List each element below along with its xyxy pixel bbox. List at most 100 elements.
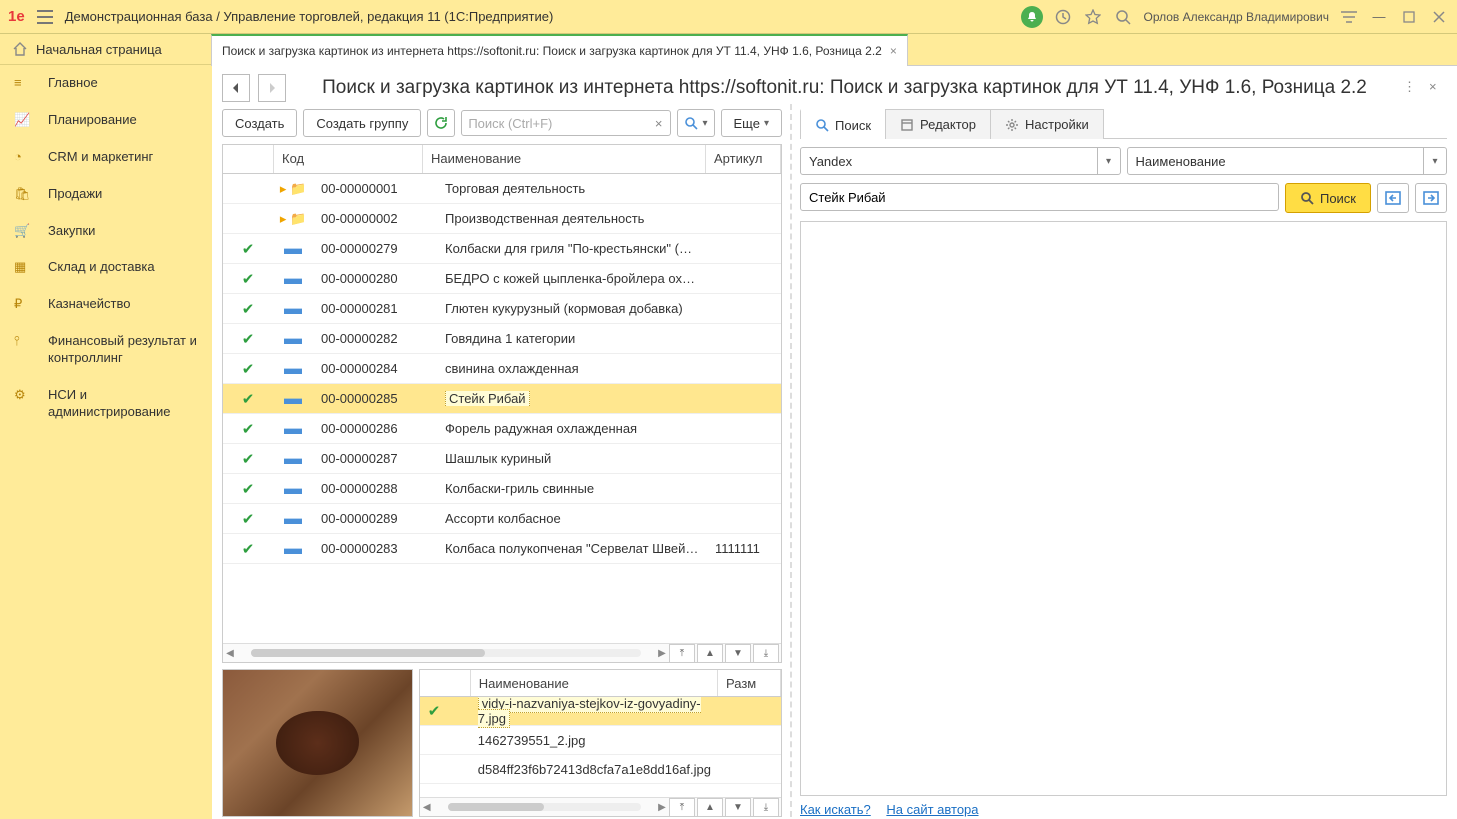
col-code[interactable]: Код xyxy=(274,145,423,173)
clear-search-icon[interactable]: × xyxy=(651,116,667,131)
nav-icon: ⚙ xyxy=(14,387,32,405)
tab-editor[interactable]: Редактор xyxy=(885,109,991,139)
page-title: Поиск и загрузка картинок из интернета h… xyxy=(294,77,1395,99)
table-row[interactable]: ✔▬00-00000289Ассорти колбасное xyxy=(223,504,781,534)
link-author[interactable]: На сайт автора xyxy=(886,802,978,817)
nav-icon: ₽ xyxy=(14,296,32,314)
table-row[interactable]: ✔▬00-00000285Стейк Рибай xyxy=(223,384,781,414)
app-title: Демонстрационная база / Управление торго… xyxy=(65,9,554,24)
nav-down-icon[interactable]: ▼ xyxy=(725,644,751,663)
page-close-icon[interactable]: × xyxy=(1429,79,1447,97)
search-icon[interactable] xyxy=(1113,7,1133,27)
results-area xyxy=(800,221,1447,796)
tab-active[interactable]: Поиск и загрузка картинок из интернета h… xyxy=(211,34,908,66)
logo-1c: 1e xyxy=(8,8,25,25)
sidebar-item-2[interactable]: ◔CRM и маркетинг xyxy=(0,139,212,176)
refresh-button[interactable] xyxy=(427,109,455,137)
nav-icon: 🛒 xyxy=(14,223,32,241)
table-row[interactable]: ✔▬00-00000286Форель радужная охлажденная xyxy=(223,414,781,444)
col-name[interactable]: Наименование xyxy=(423,145,706,173)
back-button[interactable] xyxy=(222,74,250,102)
star-icon[interactable] xyxy=(1083,7,1103,27)
tab-label: Поиск и загрузка картинок из интернета h… xyxy=(222,44,882,58)
nav-first-icon[interactable]: ⤒ xyxy=(669,644,695,663)
scroll-left-icon[interactable]: ◀ xyxy=(223,646,237,660)
ihscroll[interactable] xyxy=(448,803,641,811)
image-row[interactable]: ✔vidy-i-nazvaniya-stejkov-iz-govyadiny-7… xyxy=(420,697,781,726)
tabbar: Поиск и загрузка картинок из интернета h… xyxy=(212,34,1457,66)
nav-up-icon[interactable]: ▲ xyxy=(697,644,723,663)
sidebar-item-6[interactable]: ₽Казначейство xyxy=(0,286,212,323)
query-input[interactable] xyxy=(800,183,1279,211)
table-row[interactable]: ✔▬00-00000283Колбаса полукопченая "Серве… xyxy=(223,534,781,564)
image-row[interactable]: 1462739551_2.jpg xyxy=(420,726,781,755)
inav-first-icon[interactable]: ⤒ xyxy=(669,798,695,817)
settings-lines-icon[interactable] xyxy=(1339,7,1359,27)
nav-icon: ≡ xyxy=(14,75,32,93)
tab-settings[interactable]: Настройки xyxy=(990,109,1104,139)
table-row[interactable]: ✔▬00-00000288Колбаски-гриль свинные xyxy=(223,474,781,504)
nav-icon: 📈 xyxy=(14,112,32,130)
sidebar-item-8[interactable]: ⚙НСИ и администрирование xyxy=(0,377,212,431)
sidebar-item-0[interactable]: ≡Главное xyxy=(0,65,212,102)
close-icon[interactable] xyxy=(1429,7,1449,27)
sidebar-item-7[interactable]: ⫯Финансовый результат и контроллинг xyxy=(0,323,212,377)
create-button[interactable]: Создать xyxy=(222,109,297,137)
create-group-button[interactable]: Создать группу xyxy=(303,109,421,137)
table-row[interactable]: ▸ 📁00-00000001Торговая деятельность xyxy=(223,174,781,204)
maximize-icon[interactable] xyxy=(1399,7,1419,27)
sidebar: Начальная страница ≡Главное📈Планирование… xyxy=(0,34,212,819)
table-row[interactable]: ▸ 📁00-00000002Производственная деятельно… xyxy=(223,204,781,234)
main-menu-icon[interactable] xyxy=(35,7,55,27)
engine-select[interactable]: Yandex ▾ xyxy=(800,147,1121,175)
notifications-icon[interactable] xyxy=(1021,6,1043,28)
sidebar-item-4[interactable]: 🛒Закупки xyxy=(0,213,212,250)
iscroll-left-icon[interactable]: ◀ xyxy=(420,800,434,814)
export-button[interactable] xyxy=(1415,183,1447,213)
settings-tab-icon xyxy=(1005,118,1019,132)
editor-tab-icon xyxy=(900,118,914,132)
more-button[interactable]: Еще▾ xyxy=(721,109,782,137)
table-row[interactable]: ✔▬00-00000287Шашлык куриный xyxy=(223,444,781,474)
table-row[interactable]: ✔▬00-00000282Говядина 1 категории xyxy=(223,324,781,354)
sidebar-item-3[interactable]: 🛍Продажи xyxy=(0,176,212,213)
inav-up-icon[interactable]: ▲ xyxy=(697,798,723,817)
table-row[interactable]: ✔▬00-00000279Колбаски для гриля "По-крес… xyxy=(223,234,781,264)
minimize-icon[interactable]: — xyxy=(1369,7,1389,27)
inav-last-icon[interactable]: ⤓ xyxy=(753,798,779,817)
inav-down-icon[interactable]: ▼ xyxy=(725,798,751,817)
field-select[interactable]: Наименование ▾ xyxy=(1127,147,1448,175)
tab-close-icon[interactable]: × xyxy=(890,44,897,58)
sidebar-item-1[interactable]: 📈Планирование xyxy=(0,102,212,139)
more-menu-icon[interactable]: ⋮ xyxy=(1403,79,1421,97)
find-button[interactable]: ▾ xyxy=(677,109,714,137)
col-article[interactable]: Артикул xyxy=(706,145,781,173)
nav-icon: ▦ xyxy=(14,259,32,277)
preview-image xyxy=(223,670,412,816)
nav-icon: ⫯ xyxy=(14,333,32,351)
search-button[interactable]: Поиск xyxy=(1285,183,1371,213)
link-how[interactable]: Как искать? xyxy=(800,802,871,817)
imgcol-name[interactable]: Наименование xyxy=(471,670,718,696)
table-row[interactable]: ✔▬00-00000280БЕДРО с кожей цыпленка-брой… xyxy=(223,264,781,294)
nav-icon: ◔ xyxy=(14,149,32,167)
scroll-right-icon[interactable]: ▶ xyxy=(655,646,669,660)
table-row[interactable]: ✔▬00-00000281Глютен кукурузный (кормовая… xyxy=(223,294,781,324)
search-input[interactable] xyxy=(466,115,651,132)
hscroll[interactable] xyxy=(251,649,641,657)
history-icon[interactable] xyxy=(1053,7,1073,27)
field-dropdown-icon[interactable]: ▾ xyxy=(1423,148,1446,174)
nav-last-icon[interactable]: ⤓ xyxy=(753,644,779,663)
import-button[interactable] xyxy=(1377,183,1409,213)
iscroll-right-icon[interactable]: ▶ xyxy=(655,800,669,814)
titlebar: 1e Демонстрационная база / Управление то… xyxy=(0,0,1457,34)
sidebar-item-5[interactable]: ▦Склад и доставка xyxy=(0,249,212,286)
engine-dropdown-icon[interactable]: ▾ xyxy=(1097,148,1120,174)
table-row[interactable]: ✔▬00-00000284свинина охлажденная xyxy=(223,354,781,384)
tab-search[interactable]: Поиск xyxy=(800,109,886,139)
home-link[interactable]: Начальная страница xyxy=(0,34,212,65)
imgcol-size[interactable]: Разм xyxy=(718,670,781,696)
forward-button[interactable] xyxy=(258,74,286,102)
user-name[interactable]: Орлов Александр Владимирович xyxy=(1143,10,1329,24)
image-row[interactable]: d584ff23f6b72413d8cfa7a1e8dd16af.jpg xyxy=(420,755,781,784)
